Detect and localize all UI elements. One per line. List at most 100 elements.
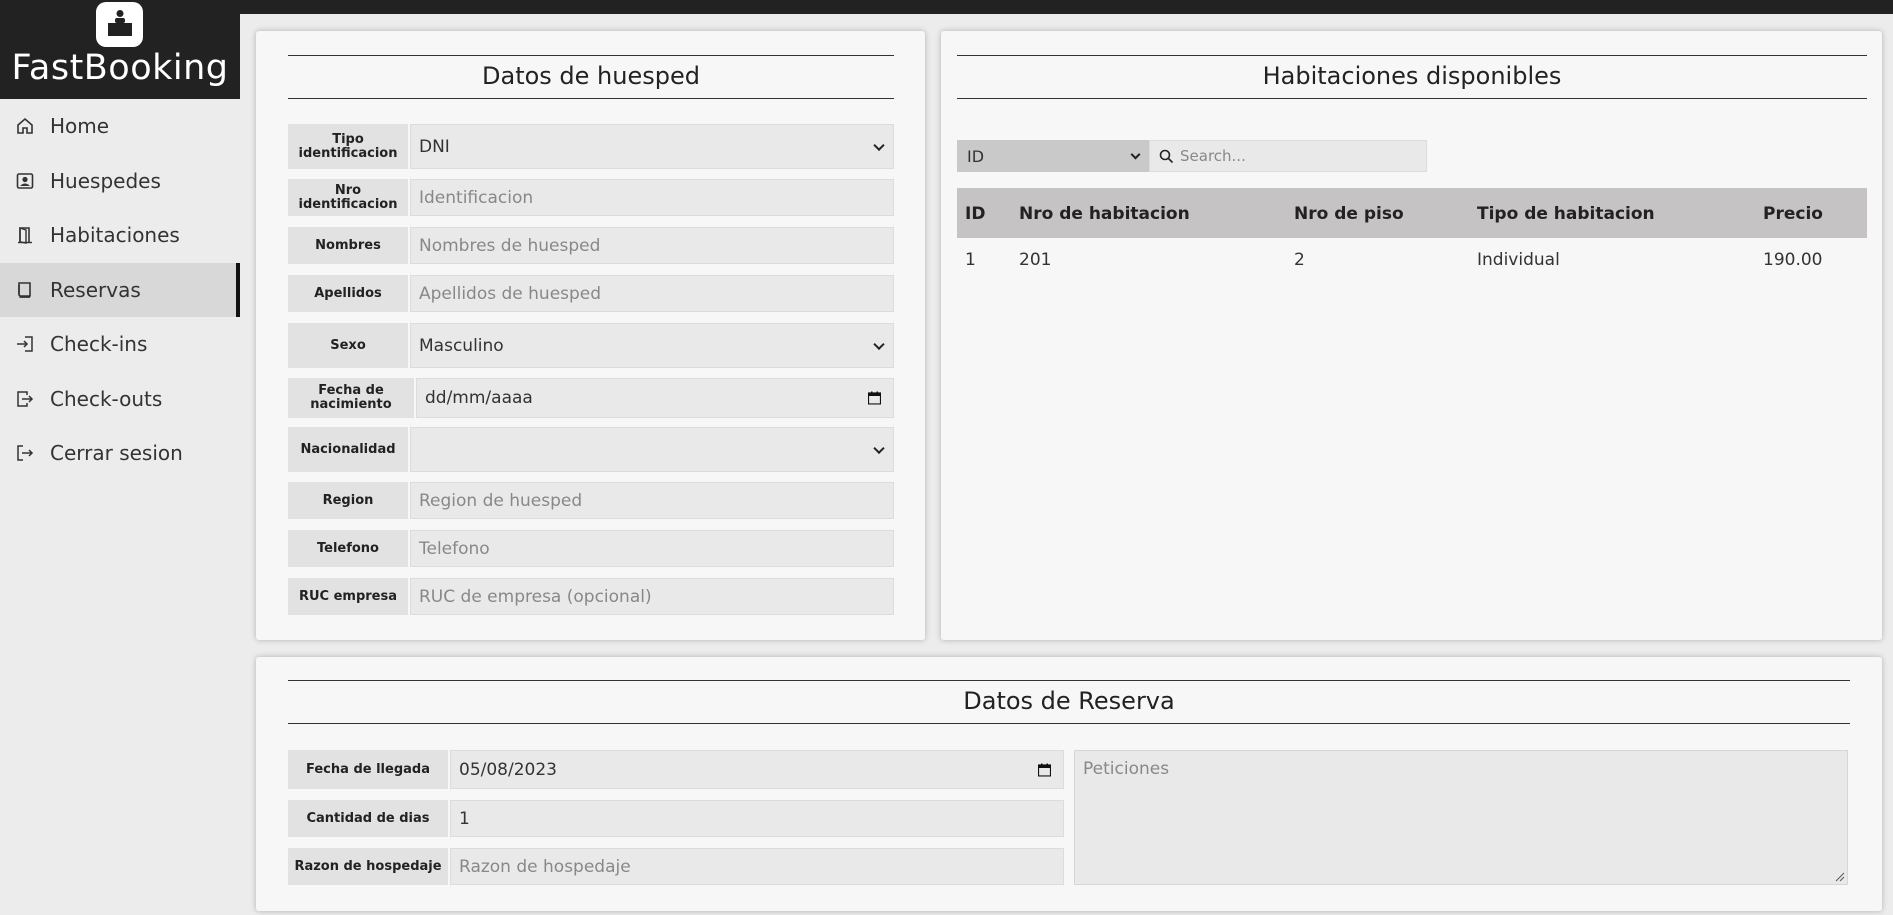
field-label: Sexo <box>288 323 410 368</box>
logout-icon <box>17 391 34 407</box>
column-header-nro-piso[interactable]: Nro de piso <box>1294 204 1404 224</box>
book-icon <box>18 281 31 298</box>
sidebar-item-label: Home <box>50 114 110 139</box>
filter-column-select[interactable]: ID <box>957 140 1149 172</box>
field-label: Nro identificacion <box>288 179 410 216</box>
panel-title: Datos de huesped <box>288 55 894 99</box>
field-label: RUC empresa <box>288 578 410 615</box>
table-cell: 190.00 <box>1763 250 1823 270</box>
date-value: dd/mm/aaaa <box>425 388 533 408</box>
peticiones-textarea[interactable]: Peticiones <box>1074 750 1848 885</box>
sidebar-item-label: Check-ins <box>50 332 148 357</box>
select-value: DNI <box>419 136 450 157</box>
field-label: Nacionalidad <box>288 427 410 472</box>
resize-grip-icon[interactable] <box>1835 872 1845 882</box>
nombres-row: Nombres Nombres de huesped <box>288 227 894 264</box>
column-header-id[interactable]: ID <box>965 204 985 224</box>
field-label: Apellidos <box>288 275 410 312</box>
guest-data-panel: Datos de huesped Tipo identificacion DNI… <box>256 31 925 640</box>
calendar-icon[interactable] <box>868 391 881 405</box>
sidebar-item-label: Huespedes <box>50 168 161 193</box>
door-icon <box>18 227 32 245</box>
search-icon <box>1159 149 1174 164</box>
table-header: ID Nro de habitacion Nro de piso Tipo de… <box>957 188 1867 238</box>
field-label: Fecha de llegada <box>288 750 450 789</box>
chevron-down-icon <box>873 338 885 350</box>
nacionalidad-select[interactable] <box>410 427 894 472</box>
field-label: Razon de hospedaje <box>288 848 450 885</box>
apellidos-input[interactable]: Apellidos de huesped <box>410 275 894 312</box>
apellidos-row: Apellidos Apellidos de huesped <box>288 275 894 312</box>
chevron-down-icon <box>873 139 885 151</box>
textarea-placeholder: Peticiones <box>1083 759 1170 779</box>
panel-title: Habitaciones disponibles <box>957 55 1867 99</box>
sidebar-item-label: Habitaciones <box>50 223 180 248</box>
search-placeholder: Search... <box>1180 147 1246 165</box>
field-label: Fecha de nacimiento <box>288 378 416 418</box>
available-rooms-panel: Habitaciones disponibles ID Search... ID… <box>941 31 1882 640</box>
exit-icon <box>17 445 34 461</box>
tipo-identificacion-select[interactable]: DNI <box>410 124 894 169</box>
field-label: Cantidad de dias <box>288 800 450 837</box>
table-cell: 201 <box>1019 250 1052 270</box>
region-row: Region Region de huesped <box>288 482 894 519</box>
nacionalidad-row: Nacionalidad <box>288 427 894 472</box>
fecha-nacimiento-input[interactable]: dd/mm/aaaa <box>416 378 894 418</box>
sexo-row: Sexo Masculino <box>288 323 894 368</box>
field-label: Tipo identificacion <box>288 124 410 169</box>
nro-identificacion-input[interactable]: Identificacion <box>410 179 894 216</box>
select-value: Masculino <box>419 335 504 356</box>
razon-hospedaje-input[interactable]: Razon de hospedaje <box>450 848 1064 885</box>
column-header-precio[interactable]: Precio <box>1763 204 1823 224</box>
hotel-reception-icon <box>96 2 143 47</box>
field-label: Nombres <box>288 227 410 264</box>
telefono-row: Telefono Telefono <box>288 530 894 567</box>
sidebar-item-label: Cerrar sesion <box>50 441 183 466</box>
cantidad-dias-input[interactable]: 1 <box>450 800 1064 837</box>
sidebar-item-label: Reservas <box>50 277 141 302</box>
column-header-tipo-habitacion[interactable]: Tipo de habitacion <box>1477 204 1655 224</box>
search-input[interactable]: Search... <box>1149 140 1427 172</box>
razon-hospedaje-row: Razon de hospedaje Razon de hospedaje <box>288 848 1064 885</box>
sidebar-item-cerrar-sesion[interactable]: Cerrar sesion <box>0 426 240 481</box>
sidebar-item-habitaciones[interactable]: Habitaciones <box>0 208 240 263</box>
sidebar-item-check-outs[interactable]: Check-outs <box>0 372 240 427</box>
sidebar-nav: Home Huespedes Habitaciones Reservas Che… <box>0 99 240 481</box>
sidebar-item-label: Check-outs <box>50 386 163 411</box>
telefono-input[interactable]: Telefono <box>410 530 894 567</box>
sidebar-item-reservas[interactable]: Reservas <box>0 262 240 317</box>
sidebar-item-huespedes[interactable]: Huespedes <box>0 154 240 209</box>
select-value: ID <box>967 146 985 166</box>
tipo-identificacion-row: Tipo identificacion DNI <box>288 124 894 169</box>
date-value: 05/08/2023 <box>459 759 557 780</box>
table-cell: 1 <box>965 250 976 270</box>
fecha-llegada-input[interactable]: 05/08/2023 <box>450 750 1064 789</box>
ruc-empresa-input[interactable]: RUC de empresa (opcional) <box>410 578 894 615</box>
sidebar-item-home[interactable]: Home <box>0 99 240 154</box>
calendar-icon[interactable] <box>1038 763 1051 776</box>
table-cell: Individual <box>1477 250 1560 270</box>
top-bar <box>0 0 1893 14</box>
reservation-panel: Datos de Reserva Fecha de llegada 05/08/… <box>256 657 1882 911</box>
fecha-llegada-row: Fecha de llegada 05/08/2023 <box>288 750 1064 789</box>
sidebar: FastBooking Home Huespedes Habitaciones … <box>0 0 240 915</box>
login-icon <box>17 336 33 352</box>
sexo-select[interactable]: Masculino <box>410 323 894 368</box>
user-card-icon <box>16 172 34 189</box>
field-label: Telefono <box>288 530 410 567</box>
chevron-down-icon <box>1130 149 1141 160</box>
chevron-down-icon <box>873 442 885 454</box>
brand-header: FastBooking <box>0 0 240 99</box>
nombres-input[interactable]: Nombres de huesped <box>410 227 894 264</box>
fecha-nacimiento-row: Fecha de nacimiento dd/mm/aaaa <box>288 378 894 418</box>
nro-identificacion-row: Nro identificacion Identificacion <box>288 179 894 216</box>
home-icon <box>17 118 33 135</box>
panel-title: Datos de Reserva <box>288 680 1850 724</box>
field-label: Region <box>288 482 410 519</box>
table-row[interactable]: 1 201 2 Individual 190.00 <box>957 238 1867 278</box>
cantidad-dias-row: Cantidad de dias 1 <box>288 800 1064 837</box>
sidebar-item-check-ins[interactable]: Check-ins <box>0 317 240 372</box>
region-input[interactable]: Region de huesped <box>410 482 894 519</box>
table-cell: 2 <box>1294 250 1305 270</box>
column-header-nro-habitacion[interactable]: Nro de habitacion <box>1019 204 1190 224</box>
